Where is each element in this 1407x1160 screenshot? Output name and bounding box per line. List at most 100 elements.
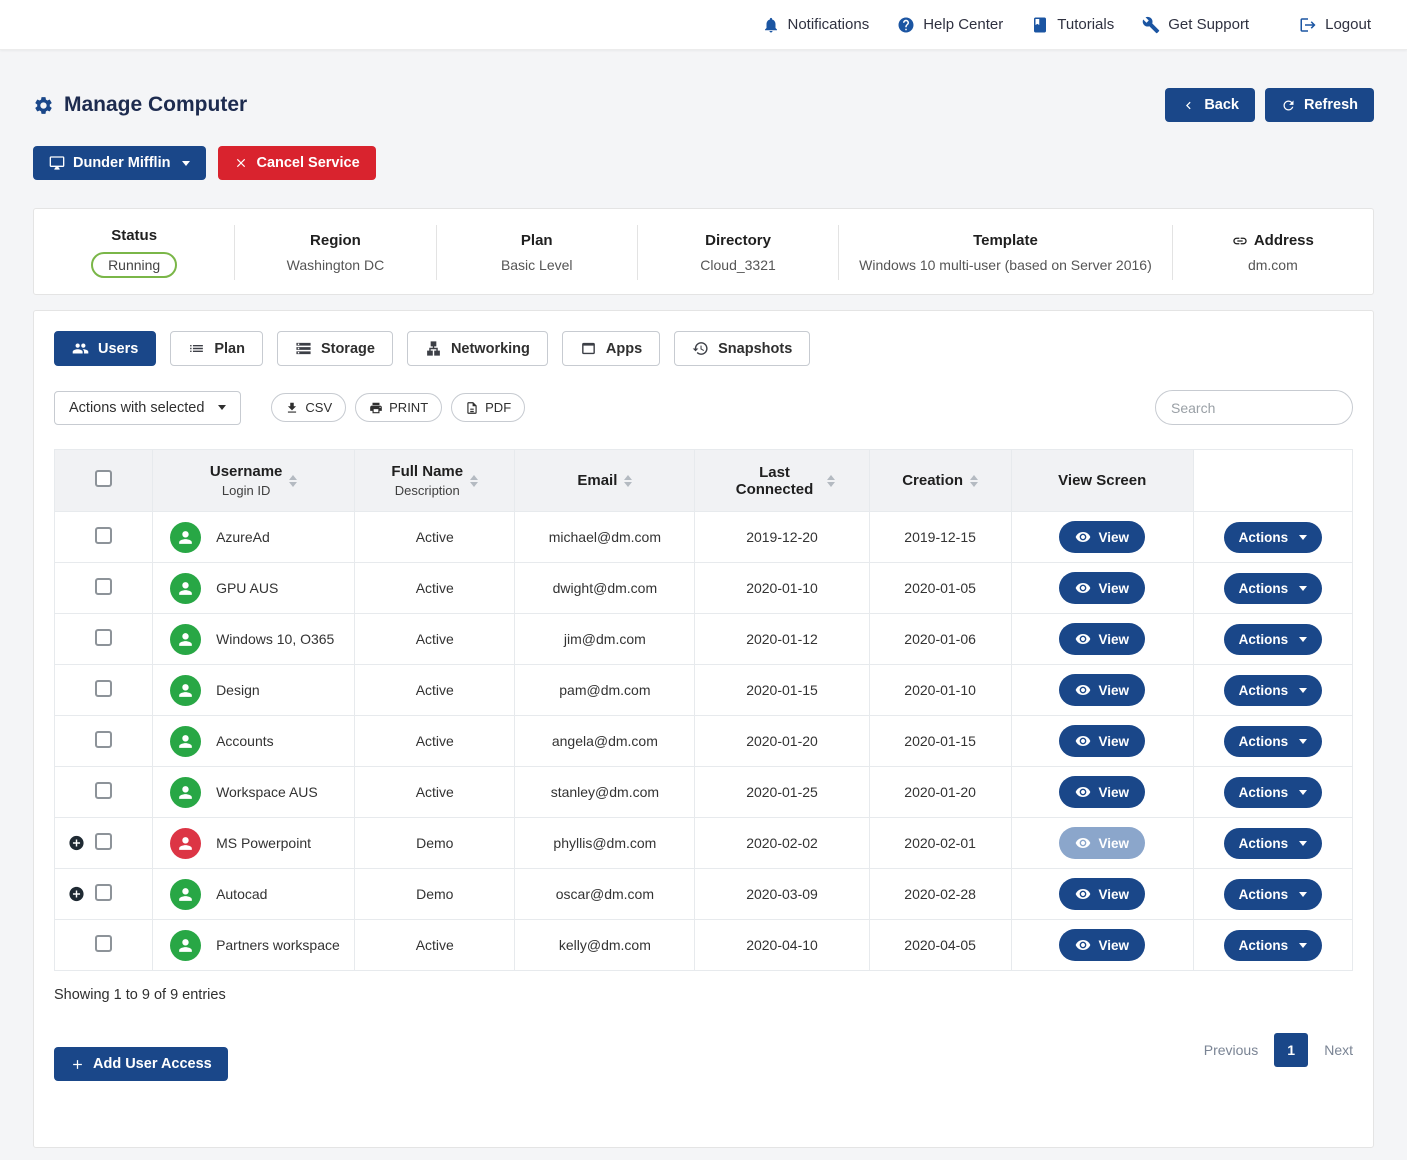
tab-networking[interactable]: Networking (407, 331, 548, 366)
row-actions-button[interactable]: Actions (1224, 675, 1323, 706)
row-checkbox[interactable] (95, 527, 112, 544)
row-checkbox[interactable] (95, 935, 112, 952)
notifications-link[interactable]: Notifications (762, 16, 870, 34)
view-screen-button[interactable]: View (1059, 929, 1145, 961)
full-name: Active (355, 512, 515, 563)
creation: 2020-01-15 (869, 716, 1011, 767)
column-header-last-connected[interactable]: Last Connected (695, 450, 869, 512)
view-screen-button[interactable]: View (1059, 623, 1145, 655)
notifications-label: Notifications (788, 16, 870, 33)
page-title: Manage Computer (33, 93, 247, 117)
email: stanley@dm.com (515, 767, 695, 818)
back-button[interactable]: Back (1165, 88, 1255, 122)
computer-name-label: Dunder Mifflin (73, 155, 170, 171)
actions-cell: Actions (1193, 818, 1352, 869)
row-actions-button[interactable]: Actions (1224, 522, 1323, 553)
expand-row-icon[interactable] (68, 835, 85, 852)
table-row: AzureAd Active michael@dm.com 2019-12-20… (55, 512, 1353, 563)
creation: 2020-01-10 (869, 665, 1011, 716)
tutorials-link[interactable]: Tutorials (1031, 16, 1114, 34)
help-center-link[interactable]: Help Center (897, 16, 1003, 34)
username: Autocad (216, 886, 267, 902)
row-checkbox[interactable] (95, 731, 112, 748)
view-screen-button[interactable]: View (1059, 725, 1145, 757)
print-button[interactable]: PRINT (355, 393, 442, 422)
column-header-view-screen: View Screen (1011, 450, 1193, 512)
last-connected: 2019-12-20 (695, 512, 869, 563)
panel-tabs: Users Plan Storage Networking Apps Snaps… (54, 331, 1353, 366)
chevron-down-icon (182, 161, 190, 166)
tools-icon (1142, 16, 1160, 34)
view-screen-button[interactable]: View (1059, 827, 1145, 859)
expand-row-icon[interactable] (68, 886, 85, 903)
view-screen-button[interactable]: View (1059, 776, 1145, 808)
cancel-service-button[interactable]: Cancel Service (218, 146, 375, 180)
tab-apps-label: Apps (606, 341, 642, 357)
row-checkbox[interactable] (95, 884, 112, 901)
table-header-row: Username Login ID Full Name Description (55, 450, 1353, 512)
export-csv-button[interactable]: CSV (271, 393, 346, 422)
tab-users[interactable]: Users (54, 331, 156, 366)
full-name: Demo (355, 818, 515, 869)
pagination-page-1[interactable]: 1 (1274, 1033, 1308, 1067)
logout-link[interactable]: Logout (1299, 16, 1371, 34)
column-header-full-name[interactable]: Full Name Description (355, 450, 515, 512)
select-all-checkbox[interactable] (95, 470, 112, 487)
row-actions-button[interactable]: Actions (1224, 930, 1323, 961)
tab-apps[interactable]: Apps (562, 331, 660, 366)
view-screen-button[interactable]: View (1059, 878, 1145, 910)
refresh-button[interactable]: Refresh (1265, 88, 1374, 122)
row-actions-button[interactable]: Actions (1224, 879, 1323, 910)
computer-dropdown-button[interactable]: Dunder Mifflin (33, 146, 206, 180)
search-input[interactable] (1155, 390, 1353, 425)
username: Workspace AUS (216, 784, 318, 800)
export-pdf-button[interactable]: PDF (451, 393, 525, 422)
refresh-label: Refresh (1304, 97, 1358, 113)
link-icon (1232, 233, 1248, 249)
view-screen-cell: View (1011, 818, 1193, 869)
info-directory: Directory Cloud_3321 (638, 225, 839, 280)
view-screen-button[interactable]: View (1059, 674, 1145, 706)
row-checkbox[interactable] (95, 680, 112, 697)
row-checkbox[interactable] (95, 578, 112, 595)
tab-storage[interactable]: Storage (277, 331, 393, 366)
full-name: Active (355, 665, 515, 716)
get-support-link[interactable]: Get Support (1142, 16, 1249, 34)
row-actions-button[interactable]: Actions (1224, 726, 1323, 757)
column-header-creation[interactable]: Creation (869, 450, 1011, 512)
column-header-email[interactable]: Email (515, 450, 695, 512)
actions-cell: Actions (1193, 665, 1352, 716)
username-cell: GPU AUS (153, 563, 355, 614)
view-screen-button[interactable]: View (1059, 521, 1145, 553)
pagination-next[interactable]: Next (1324, 1042, 1353, 1058)
logout-icon (1299, 16, 1317, 34)
view-screen-button[interactable]: View (1059, 572, 1145, 604)
row-actions-button[interactable]: Actions (1224, 828, 1323, 859)
user-avatar-icon (170, 573, 201, 604)
username-cell: Workspace AUS (153, 767, 355, 818)
row-checkbox[interactable] (95, 833, 112, 850)
row-actions-button[interactable]: Actions (1224, 624, 1323, 655)
row-checkbox[interactable] (95, 629, 112, 646)
username-cell: AzureAd (153, 512, 355, 563)
username: Windows 10, O365 (216, 631, 334, 647)
creation: 2020-01-05 (869, 563, 1011, 614)
actions-cell: Actions (1193, 869, 1352, 920)
tab-storage-label: Storage (321, 341, 375, 357)
full-name-header-label: Full Name (391, 463, 463, 480)
table-row: Autocad Demo oscar@dm.com 2020-03-09 202… (55, 869, 1353, 920)
add-user-access-button[interactable]: Add User Access (54, 1047, 228, 1081)
pagination-previous[interactable]: Previous (1204, 1042, 1258, 1058)
username-cell: MS Powerpoint (153, 818, 355, 869)
actions-cell: Actions (1193, 920, 1352, 971)
actions-with-selected-dropdown[interactable]: Actions with selected (54, 391, 241, 425)
last-connected-header-label: Last Connected (730, 464, 820, 498)
tab-plan[interactable]: Plan (170, 331, 263, 366)
tab-snapshots[interactable]: Snapshots (674, 331, 810, 366)
row-actions-button[interactable]: Actions (1224, 777, 1323, 808)
column-header-username[interactable]: Username Login ID (153, 450, 355, 512)
plan-value: Basic Level (449, 257, 625, 273)
row-checkbox[interactable] (95, 782, 112, 799)
page-title-label: Manage Computer (64, 93, 247, 117)
row-actions-button[interactable]: Actions (1224, 573, 1323, 604)
